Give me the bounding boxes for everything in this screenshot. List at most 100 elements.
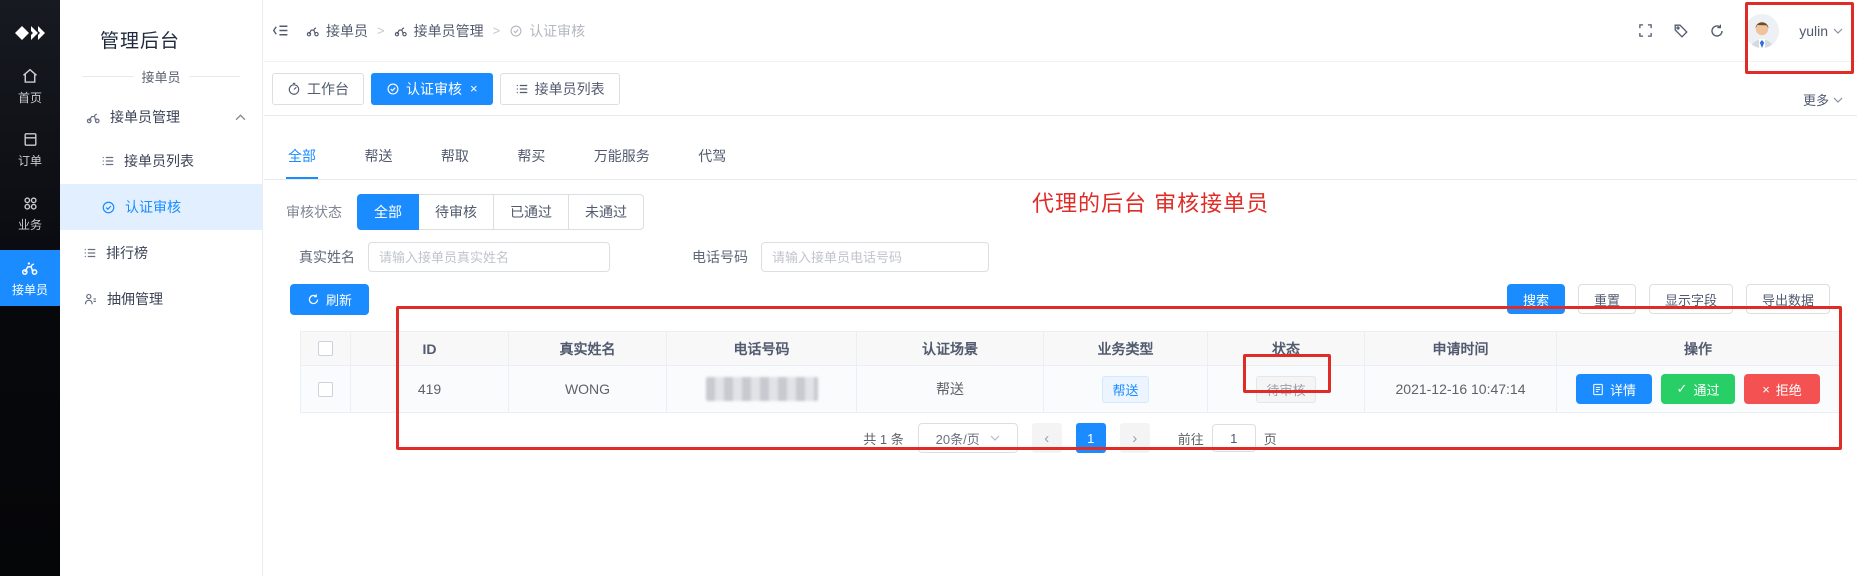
table-row: 419 WONG 帮送 帮送 待审核 2021-12-16 10:47:14 [300,366,1840,413]
export-button[interactable]: 导出数据 [1746,284,1830,314]
search-button[interactable]: 搜索 [1507,284,1565,314]
cell-biz-type: 帮送 [1044,366,1208,412]
scene-tab-all[interactable]: 全部 [286,140,318,179]
tabbar: 工作台 认证审核 × 接单员列表 更多 [264,62,1857,116]
scene-tab-pickup[interactable]: 帮取 [439,140,471,177]
collapse-sidebar-icon[interactable] [272,23,289,38]
status-option-rejected[interactable]: 未通过 [568,194,644,230]
col-header-biz-type: 业务类型 [1044,332,1208,365]
rail-item-label: 业务 [18,216,42,233]
document-icon [1592,383,1604,396]
avatar[interactable] [1745,14,1779,48]
refresh-icon [307,293,320,306]
scene-tab-delivery[interactable]: 帮送 [362,140,394,177]
col-header-applied-at: 申请时间 [1365,332,1557,365]
scene-tab-driving[interactable]: 代驾 [696,140,728,177]
scene-tab-buy[interactable]: 帮买 [515,140,547,177]
rail-item-orders[interactable]: 订单 [0,122,60,178]
x-icon: × [1762,382,1770,397]
show-fields-button[interactable]: 显示字段 [1649,284,1733,314]
topbar-actions: yulin [1638,14,1843,48]
check-icon: ✓ [1677,381,1688,397]
courier-icon [86,110,101,125]
sidebar-item-courier-management[interactable]: 接单员管理 [60,96,262,138]
chevron-down-icon [1833,97,1843,103]
rail-item-courier[interactable]: 接单员 [0,250,60,306]
status-option-pending[interactable]: 待审核 [418,194,494,230]
cell-scene: 帮送 [857,366,1044,412]
rail-item-label: 接单员 [12,281,48,298]
refresh-icon[interactable] [1709,23,1725,39]
status-filter-label: 审核状态 [286,202,342,222]
goto-page-input[interactable] [1212,424,1256,452]
sidebar-item-cert-review[interactable]: 认证审核 [60,184,262,230]
list-icon [101,154,115,168]
sidebar-item-courier-list[interactable]: 接单员列表 [60,138,262,184]
chevron-up-icon [235,114,246,121]
pagination: 共 1 条 20条/页 ‹ 1 › 前往 页 [300,423,1840,453]
tag-icon[interactable] [1673,23,1689,39]
goto-label: 前往 [1178,429,1204,448]
courier-icon [306,24,320,38]
search-form: 真实姓名 电话号码 [286,242,1857,272]
breadcrumb-item-courier-management[interactable]: 接单员管理 [394,21,484,41]
select-all-checkbox[interactable] [318,341,333,356]
status-option-all[interactable]: 全部 [357,194,419,230]
status-option-approved[interactable]: 已通过 [493,194,569,230]
rail-item-home[interactable]: 首页 [0,58,60,114]
phone-field-label: 电话号码 [692,247,748,267]
approve-button[interactable]: ✓ 通过 [1661,374,1735,404]
breadcrumb-item-courier[interactable]: 接单员 [306,21,368,41]
home-icon [21,67,39,85]
detail-button[interactable]: 详情 [1576,374,1652,404]
scene-tabs: 全部 帮送 帮取 帮买 万能服务 代驾 [264,140,1857,180]
user-menu[interactable]: yulin [1799,23,1843,39]
sidebar: 管理后台 接单员 接单员管理 接单员列表 认证审核 [60,0,263,576]
sidebar-item-label: 排行榜 [106,243,148,263]
sidebar-item-label: 接单员列表 [124,151,194,171]
close-icon[interactable]: × [470,81,478,96]
business-icon [22,195,39,212]
status-badge: 待审核 [1256,376,1315,403]
chevron-down-icon [990,435,1000,441]
tab-courier-list[interactable]: 接单员列表 [500,73,620,105]
reset-button[interactable]: 重置 [1578,284,1636,314]
sidebar-section-label: 接单员 [82,67,240,86]
sidebar-item-ranking[interactable]: 排行榜 [60,230,262,276]
current-page[interactable]: 1 [1076,423,1106,453]
rail-item-label: 订单 [18,152,42,169]
reject-button[interactable]: × 拒绝 [1744,374,1820,404]
cell-phone [667,366,857,412]
prev-page-button[interactable]: ‹ [1032,423,1062,453]
next-page-button[interactable]: › [1120,423,1150,453]
rail-item-business[interactable]: 业务 [0,186,60,242]
chevron-down-icon [1833,28,1843,34]
phone-input[interactable] [761,242,989,272]
row-checkbox[interactable] [318,382,333,397]
more-menu[interactable]: 更多 [1803,90,1843,109]
app-rail: 首页 订单 业务 接单员 [0,0,60,576]
page-size-select[interactable]: 20条/页 [918,423,1018,453]
cell-id: 419 [351,366,509,412]
total-count: 共 1 条 [863,429,903,448]
results-table: ID 真实姓名 电话号码 认证场景 业务类型 状态 申请时间 操作 419 WO… [300,331,1840,413]
refresh-button[interactable]: 刷新 [290,284,369,315]
tab-workbench[interactable]: 工作台 [272,73,364,105]
goto-page: 前往 页 [1178,424,1277,452]
courier-icon [21,259,39,277]
col-header-scene: 认证场景 [857,332,1044,365]
orders-icon [22,131,39,148]
col-header-phone: 电话号码 [667,332,857,365]
cell-actions: 详情 ✓ 通过 × 拒绝 [1557,366,1840,412]
breadcrumb-item-cert-review: 认证审核 [509,21,585,41]
sidebar-item-label: 认证审核 [125,197,181,217]
main-area: 接单员 > 接单员管理 > 认证审核 [264,0,1857,576]
fullscreen-icon[interactable] [1638,23,1653,38]
list-icon [83,246,97,260]
scene-tab-universal[interactable]: 万能服务 [592,140,652,177]
tab-cert-review[interactable]: 认证审核 × [371,73,493,105]
sidebar-item-commission[interactable]: 抽佣管理 [60,276,262,322]
name-input[interactable] [368,242,610,272]
breadcrumb-separator: > [493,23,501,38]
status-segmented-control: 全部 待审核 已通过 未通过 [357,194,644,230]
